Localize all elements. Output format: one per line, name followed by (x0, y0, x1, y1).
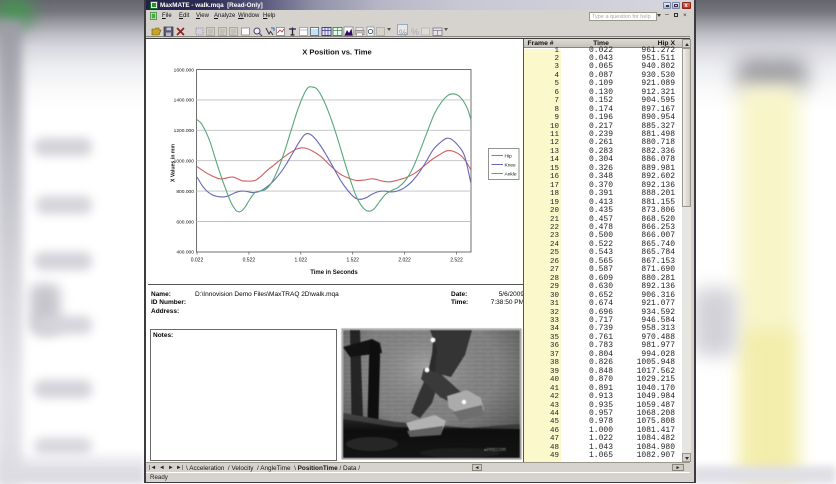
svg-text:▸PRECOR: ▸PRECOR (484, 447, 506, 452)
svg-text:0.022: 0.022 (191, 258, 204, 264)
svg-text:1.522: 1.522 (346, 258, 359, 264)
svg-text:Knee: Knee (505, 163, 517, 169)
svg-text:1200.000: 1200.000 (174, 128, 195, 134)
svg-text:0.522: 0.522 (243, 258, 256, 264)
svg-text:800.000: 800.000 (176, 189, 194, 195)
svg-text:1000.000: 1000.000 (174, 159, 195, 165)
svg-text:1400.000: 1400.000 (174, 98, 195, 104)
svg-text:600.000: 600.000 (176, 219, 194, 225)
svg-text:%: % (399, 28, 407, 38)
svg-text:Time in Seconds: Time in Seconds (310, 270, 358, 276)
svg-text:X Position vs. Time: X Position vs. Time (302, 48, 372, 57)
svg-text:2.022: 2.022 (398, 258, 411, 264)
svg-text:%: % (411, 27, 419, 37)
svg-text:X Values in mm: X Values in mm (171, 144, 177, 182)
svg-text:2.522: 2.522 (450, 258, 463, 264)
svg-text:1600.000: 1600.000 (174, 67, 195, 73)
svg-text:400.000: 400.000 (176, 250, 194, 256)
svg-text:Ankle: Ankle (505, 172, 517, 178)
svg-text:1.022: 1.022 (295, 258, 308, 264)
svg-text:Hip: Hip (505, 154, 513, 160)
